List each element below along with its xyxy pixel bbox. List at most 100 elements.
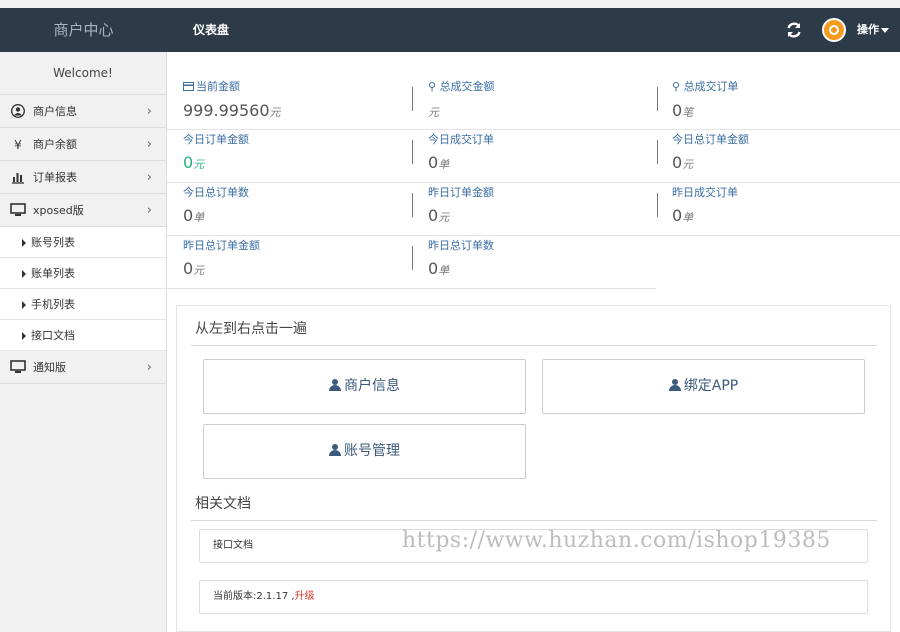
- divider: [657, 193, 658, 217]
- sidebar-subitem-bills[interactable]: 账单列表: [0, 258, 166, 289]
- welcome-text: Welcome!: [0, 52, 166, 95]
- sidebar-subitem-phones[interactable]: 手机列表: [0, 289, 166, 320]
- button-label: 商户信息: [344, 378, 400, 394]
- sidebar: Welcome! 商户信息 › ¥ 商户余额 › 订单报表 › xposed版 …: [0, 52, 167, 632]
- user-icon: [329, 444, 341, 456]
- stat-label: 今日订单金额: [183, 133, 249, 146]
- top-navbar: 商户中心 仪表盘 操作: [0, 8, 900, 52]
- version-text: 当前版本:2.1.17 ,: [213, 591, 295, 602]
- sidebar-item-label: 订单报表: [33, 171, 77, 184]
- chevron-right-icon: ›: [146, 170, 152, 185]
- nav-dashboard[interactable]: 仪表盘: [193, 8, 229, 52]
- monitor-icon: [10, 203, 26, 219]
- divider: [412, 193, 413, 217]
- bar-chart-icon: [10, 170, 26, 186]
- chevron-right-icon: ›: [146, 360, 152, 375]
- chevron-right-icon: ›: [146, 203, 152, 218]
- divider: [412, 87, 413, 111]
- stat-label: 今日成交订单: [428, 133, 494, 146]
- sidebar-item-label: xposed版: [33, 204, 84, 217]
- divider: [657, 140, 658, 164]
- stat-value-number: 0: [672, 101, 683, 120]
- yen-icon: ¥: [14, 138, 22, 152]
- stat-unit: 单: [193, 211, 205, 224]
- sidebar-item-notify[interactable]: 通知版 ›: [0, 351, 166, 384]
- stat-value-number: 0: [428, 259, 439, 278]
- version-info: 当前版本:2.1.17 ,升级: [199, 580, 868, 614]
- search-icon: ⚲: [428, 80, 437, 93]
- stat-label: 今日总订单数: [183, 186, 249, 199]
- stat-unit: 元: [193, 158, 205, 171]
- stat-value: 0单: [428, 153, 449, 172]
- stat-value: 0单: [428, 259, 449, 278]
- sidebar-item-label: 商户信息: [33, 105, 77, 118]
- stat-unit: 单: [438, 158, 450, 171]
- sidebar-item-label: 通知版: [33, 361, 66, 374]
- stats-row: [167, 183, 900, 236]
- stat-label: 今日总订单金额: [672, 133, 749, 146]
- stat-unit: 笔: [682, 106, 694, 119]
- merchant-info-button[interactable]: 商户信息: [203, 359, 526, 414]
- stat-label: ⚲ 总成交订单: [672, 78, 739, 94]
- stat-label: 昨日总订单金额: [183, 239, 260, 252]
- chevron-right-icon: ›: [146, 137, 152, 152]
- avatar[interactable]: [822, 18, 846, 42]
- stat-value-number: 0: [672, 153, 683, 172]
- chevron-right-icon: ›: [146, 104, 152, 119]
- stat-unit: 元: [193, 264, 205, 277]
- stats-row: [167, 130, 900, 183]
- section-title-steps: 从左到右点击一遍: [195, 321, 307, 337]
- sidebar-item-merchant-info[interactable]: 商户信息 ›: [0, 95, 166, 128]
- monitor-icon: [10, 360, 26, 376]
- stat-unit: 单: [438, 264, 450, 277]
- stat-value: 0单: [183, 206, 204, 225]
- divider: [191, 520, 877, 521]
- button-label: 账号管理: [344, 443, 400, 459]
- stat-unit: 元: [428, 106, 439, 119]
- refresh-icon[interactable]: [785, 21, 803, 39]
- caret-down-icon: [881, 27, 889, 33]
- user-circle-icon: [10, 104, 26, 120]
- stat-value: 999.99560元: [183, 101, 281, 120]
- stat-value-number: 0: [428, 206, 439, 225]
- divider: [412, 140, 413, 164]
- brand-title[interactable]: 商户中心: [0, 8, 167, 52]
- button-label: 绑定APP: [683, 378, 739, 394]
- stat-value: 0元: [672, 153, 693, 172]
- stat-value-number: 0: [428, 153, 439, 172]
- sidebar-subitem-api-doc[interactable]: 接口文档: [0, 320, 166, 351]
- card-icon: [183, 82, 194, 91]
- sidebar-item-balance[interactable]: ¥ 商户余额 ›: [0, 128, 166, 161]
- stat-value-number: 0: [183, 153, 194, 172]
- section-title-docs: 相关文档: [195, 496, 251, 512]
- user-icon: [329, 379, 341, 391]
- user-icon: [668, 379, 681, 391]
- upgrade-link[interactable]: 升级: [295, 591, 315, 602]
- doc-link-label: 接口文档: [213, 540, 253, 551]
- watermark-text: https://www.huzhan.com/ishop19385: [402, 528, 831, 553]
- stat-label: ⚲ 总成交金额: [428, 78, 495, 94]
- stat-value-number: 0: [183, 259, 194, 278]
- ops-label: 操作: [857, 23, 879, 36]
- stat-label-text: 当前金额: [196, 80, 240, 93]
- stat-label: 昨日订单金额: [428, 186, 494, 199]
- sidebar-subitem-label: 账号列表: [31, 236, 75, 249]
- bind-app-button[interactable]: 绑定APP: [542, 359, 865, 414]
- divider: [657, 87, 658, 111]
- sidebar-item-xposed[interactable]: xposed版 ›: [0, 194, 166, 227]
- stat-unit: 元: [269, 106, 281, 119]
- sidebar-item-order-report[interactable]: 订单报表 ›: [0, 161, 166, 194]
- browser-strip: [0, 0, 900, 8]
- ops-dropdown[interactable]: 操作: [857, 8, 889, 52]
- stat-value-number: 0: [183, 206, 194, 225]
- stat-value: 元: [428, 101, 439, 120]
- stat-unit: 单: [682, 211, 694, 224]
- sidebar-subitem-label: 接口文档: [31, 329, 75, 342]
- divider: [412, 246, 413, 270]
- sidebar-subitem-label: 账单列表: [31, 267, 75, 280]
- stat-label: 当前金额: [183, 78, 240, 94]
- account-manage-button[interactable]: 账号管理: [203, 424, 526, 479]
- sidebar-subitem-label: 手机列表: [31, 298, 75, 311]
- stat-value-number: 999.99560: [183, 101, 270, 120]
- sidebar-subitem-accounts[interactable]: 账号列表: [0, 227, 166, 258]
